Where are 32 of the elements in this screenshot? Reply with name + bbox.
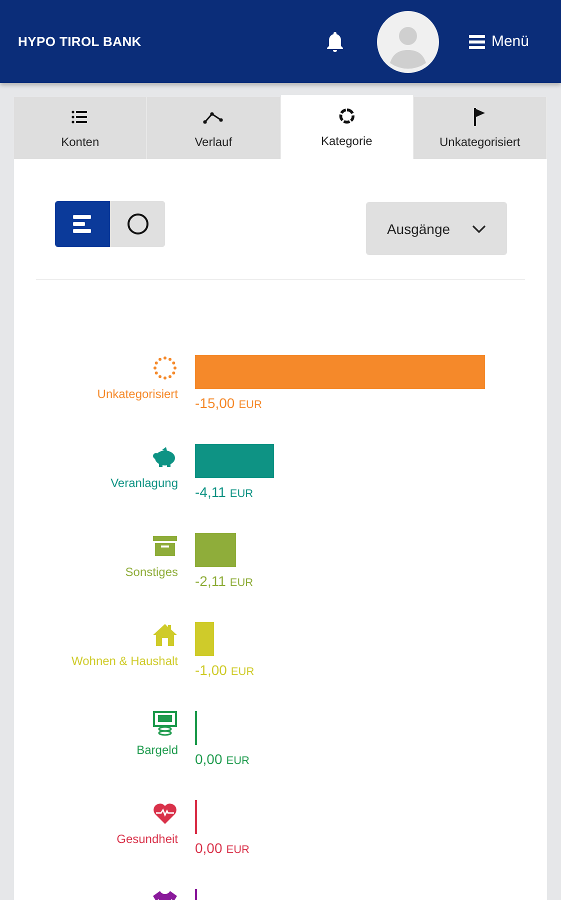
category-label: Veranlagung bbox=[110, 476, 178, 490]
menu-button[interactable]: Menü bbox=[469, 33, 529, 50]
currency-label: EUR bbox=[238, 399, 262, 411]
ring-icon bbox=[336, 106, 357, 126]
category-label: Unkategorisiert bbox=[97, 387, 178, 401]
amount-value: 0,00 bbox=[195, 840, 222, 856]
currency-label: EUR bbox=[230, 666, 254, 678]
circle-icon bbox=[126, 213, 148, 235]
currency-label: EUR bbox=[230, 577, 254, 589]
currency-label: EUR bbox=[226, 755, 250, 767]
tab[interactable]: Konten bbox=[14, 97, 148, 159]
menu-icon bbox=[469, 34, 486, 50]
amount-value: -2,11 bbox=[195, 573, 226, 589]
amount-value: -15,00 bbox=[195, 395, 235, 411]
tab[interactable]: Verlauf bbox=[147, 97, 280, 159]
category-label: Wohnen & Haushalt bbox=[71, 654, 178, 668]
category-label: Gesundheit bbox=[116, 832, 178, 846]
currency-label: EUR bbox=[230, 488, 254, 500]
avatar-icon[interactable] bbox=[377, 10, 440, 72]
amount-value: 0,00 bbox=[195, 751, 222, 767]
currency-label: EUR bbox=[226, 844, 250, 856]
category-label: Sonstiges bbox=[125, 565, 178, 579]
category-label: Bargeld bbox=[136, 743, 178, 757]
amount-value: -1,00 bbox=[195, 662, 227, 678]
tab[interactable]: Kategorie bbox=[280, 95, 414, 159]
chevron-down-icon bbox=[472, 224, 486, 232]
bank-logo: HYPO TIROL BANK bbox=[18, 34, 142, 49]
tab[interactable]: Unkategorisiert bbox=[414, 97, 547, 159]
bar-chart-view-button[interactable] bbox=[55, 201, 110, 247]
amount-value: -4,11 bbox=[195, 484, 226, 500]
bar-chart-icon bbox=[72, 214, 92, 234]
filter-dropdown[interactable]: Ausgänge bbox=[366, 202, 507, 255]
